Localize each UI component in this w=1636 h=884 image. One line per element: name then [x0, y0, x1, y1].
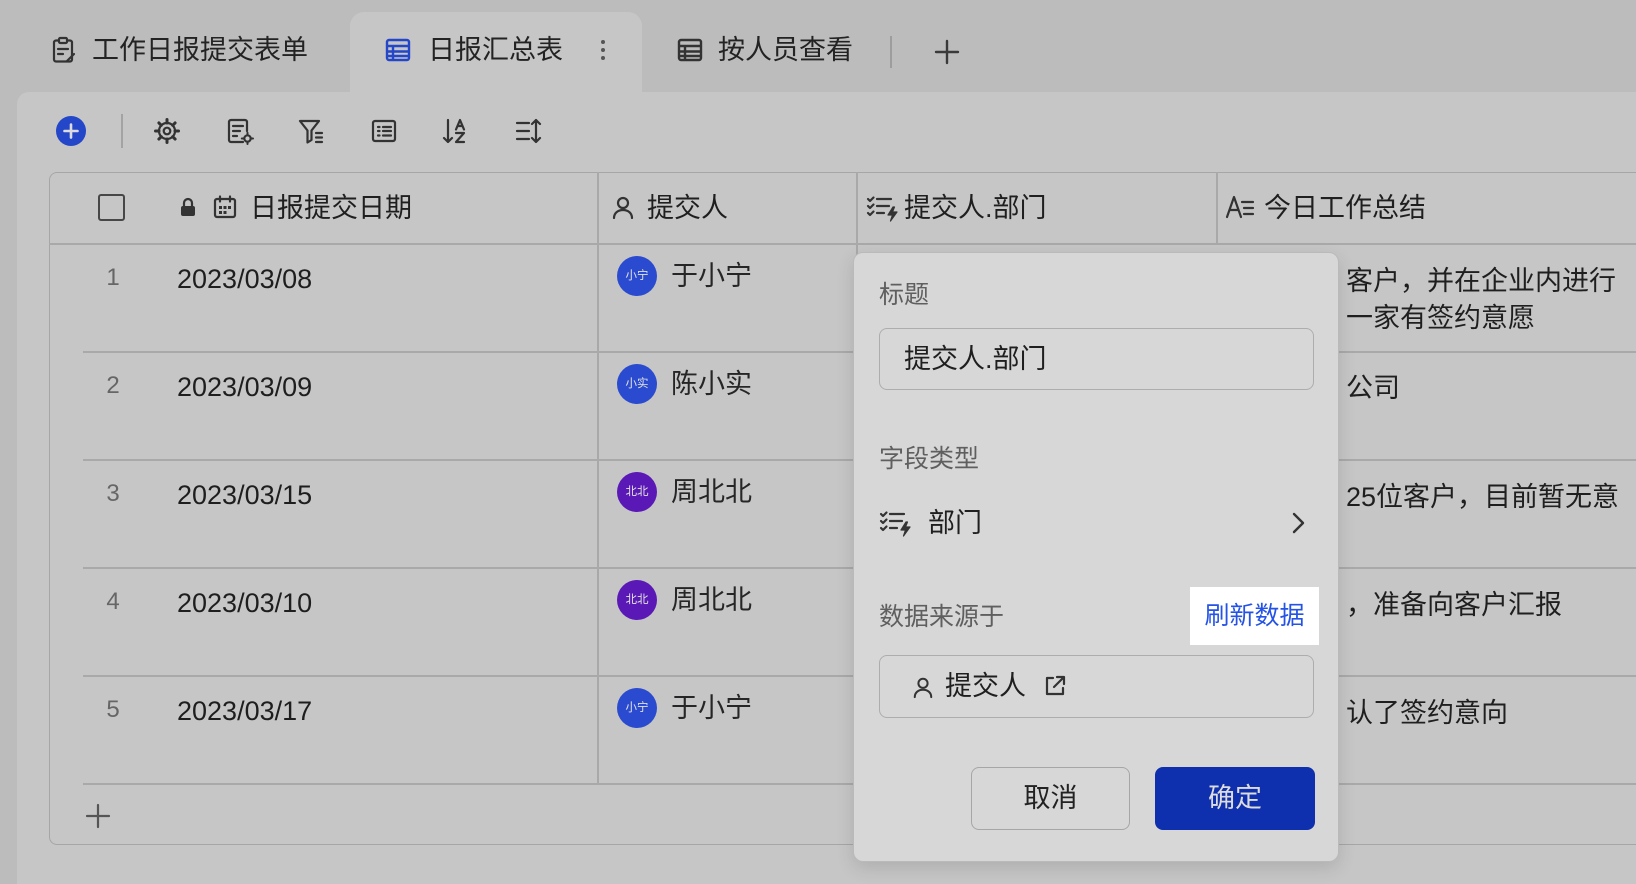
select-all-checkbox[interactable] — [98, 194, 125, 221]
summary-text: 公司 — [1346, 373, 1400, 403]
column-header-label: 提交人 — [647, 193, 728, 223]
date-cell[interactable]: 2023/03/10 — [177, 588, 312, 618]
tab-label: 工作日报提交表单 — [92, 35, 308, 65]
title-input-value: 提交人.部门 — [904, 344, 1047, 374]
date-cell[interactable]: 2023/03/09 — [177, 372, 312, 402]
tab-view-by-person[interactable]: 按人员查看 — [662, 12, 872, 92]
chevron-right-icon — [1288, 511, 1308, 535]
summary-text: 25位客户，目前暂无意 — [1346, 482, 1620, 512]
submitter-name[interactable]: 于小宁 — [671, 261, 752, 291]
sort-icon[interactable] — [441, 117, 469, 145]
date-cell[interactable]: 2023/03/08 — [177, 264, 312, 294]
column-header-label: 日报提交日期 — [250, 193, 412, 223]
summary-text: 客户，并在企业内进行 — [1346, 266, 1616, 296]
summary-text: 一家有签约意愿 — [1346, 303, 1535, 333]
group-icon[interactable] — [370, 117, 398, 145]
row-number: 4 — [106, 588, 120, 615]
add-record-icon[interactable] — [56, 116, 86, 146]
title-input[interactable]: 提交人.部门 — [879, 328, 1314, 390]
text-field-icon — [1225, 194, 1255, 220]
avatar: 北北 — [617, 580, 657, 620]
settings-icon[interactable] — [153, 117, 181, 145]
avatar: 小宁 — [617, 256, 657, 296]
row-number: 5 — [106, 696, 120, 723]
row-height-icon[interactable] — [514, 117, 542, 145]
filter-icon[interactable] — [297, 117, 325, 145]
calendar-icon — [212, 194, 238, 220]
avatar: 小实 — [617, 364, 657, 404]
summary-text: 认了签约意向 — [1346, 698, 1508, 728]
row-number: 1 — [106, 264, 120, 291]
column-header-submitter[interactable]: 提交人 — [597, 172, 856, 243]
submitter-name[interactable]: 周北北 — [671, 585, 752, 615]
data-source-label: 数据来源于 — [879, 603, 1005, 631]
tab-label: 日报汇总表 — [428, 35, 563, 65]
form-icon — [50, 36, 78, 64]
tab-daily-report-summary[interactable]: 日报汇总表 — [350, 12, 642, 92]
grid-table-icon — [384, 36, 412, 64]
form-settings-icon[interactable] — [226, 117, 254, 145]
row-number: 2 — [106, 372, 120, 399]
table-row[interactable]: 2 2023/03/09 小实 陈小实 公司 — [49, 351, 1636, 459]
toolbar-divider — [121, 114, 123, 148]
tab-divider — [890, 36, 892, 68]
data-source-value: 提交人 — [945, 671, 1026, 701]
tab-label: 按人员查看 — [718, 35, 853, 65]
tab-daily-report-form[interactable]: 工作日报提交表单 — [36, 12, 336, 92]
field-type-selector[interactable]: 部门 — [879, 503, 1314, 543]
date-cell[interactable]: 2023/03/17 — [177, 696, 312, 726]
grid-table-icon — [676, 36, 704, 64]
table-row[interactable]: 4 2023/03/10 北北 周北北 ，准备向客户汇报 — [49, 567, 1636, 675]
department-lookup-icon — [879, 509, 913, 537]
date-cell[interactable]: 2023/03/15 — [177, 480, 312, 510]
submitter-name[interactable]: 于小宁 — [671, 693, 752, 723]
column-header-department[interactable]: 提交人.部门 — [856, 172, 1216, 243]
avatar: 小宁 — [617, 688, 657, 728]
submitter-name[interactable]: 陈小实 — [671, 369, 752, 399]
cancel-button[interactable]: 取消 — [971, 767, 1130, 830]
field-editor-popup: 标题 提交人.部门 字段类型 部门 数据来源于 刷新数据 提交人 取消 确定 — [853, 252, 1339, 862]
lock-icon — [177, 196, 199, 218]
add-tab-plus-icon[interactable] — [933, 38, 961, 66]
title-label: 标题 — [879, 281, 930, 309]
table-row[interactable]: 3 2023/03/15 北北 周北北 25位客户，目前暂无意 — [49, 459, 1636, 567]
person-icon — [912, 675, 934, 699]
column-header-date[interactable]: 日报提交日期 — [49, 172, 597, 243]
table-row[interactable]: 5 2023/03/17 小宁 于小宁 认了签约意向 — [49, 675, 1636, 783]
refresh-data-button[interactable]: 刷新数据 — [1190, 587, 1319, 645]
add-row-plus-icon[interactable] — [84, 802, 112, 830]
more-options-icon[interactable] — [600, 38, 606, 62]
submitter-name[interactable]: 周北北 — [671, 477, 752, 507]
field-type-label: 字段类型 — [879, 445, 980, 473]
column-header-label: 今日工作总结 — [1264, 193, 1426, 223]
row-number: 3 — [106, 480, 120, 507]
column-header-summary[interactable]: 今日工作总结 — [1216, 172, 1636, 243]
data-source-field[interactable]: 提交人 — [879, 655, 1314, 718]
table-row[interactable]: 1 2023/03/08 小宁 于小宁 客户，并在企业内进行 一家有签约意愿 — [49, 243, 1636, 351]
summary-text: ，准备向客户汇报 — [1346, 590, 1562, 620]
person-icon — [611, 195, 635, 220]
department-lookup-icon — [866, 194, 900, 222]
field-type-value: 部门 — [928, 508, 982, 538]
column-header-label: 提交人.部门 — [904, 193, 1047, 223]
confirm-button[interactable]: 确定 — [1155, 767, 1315, 830]
avatar: 北北 — [617, 472, 657, 512]
external-link-icon[interactable] — [1043, 674, 1067, 698]
